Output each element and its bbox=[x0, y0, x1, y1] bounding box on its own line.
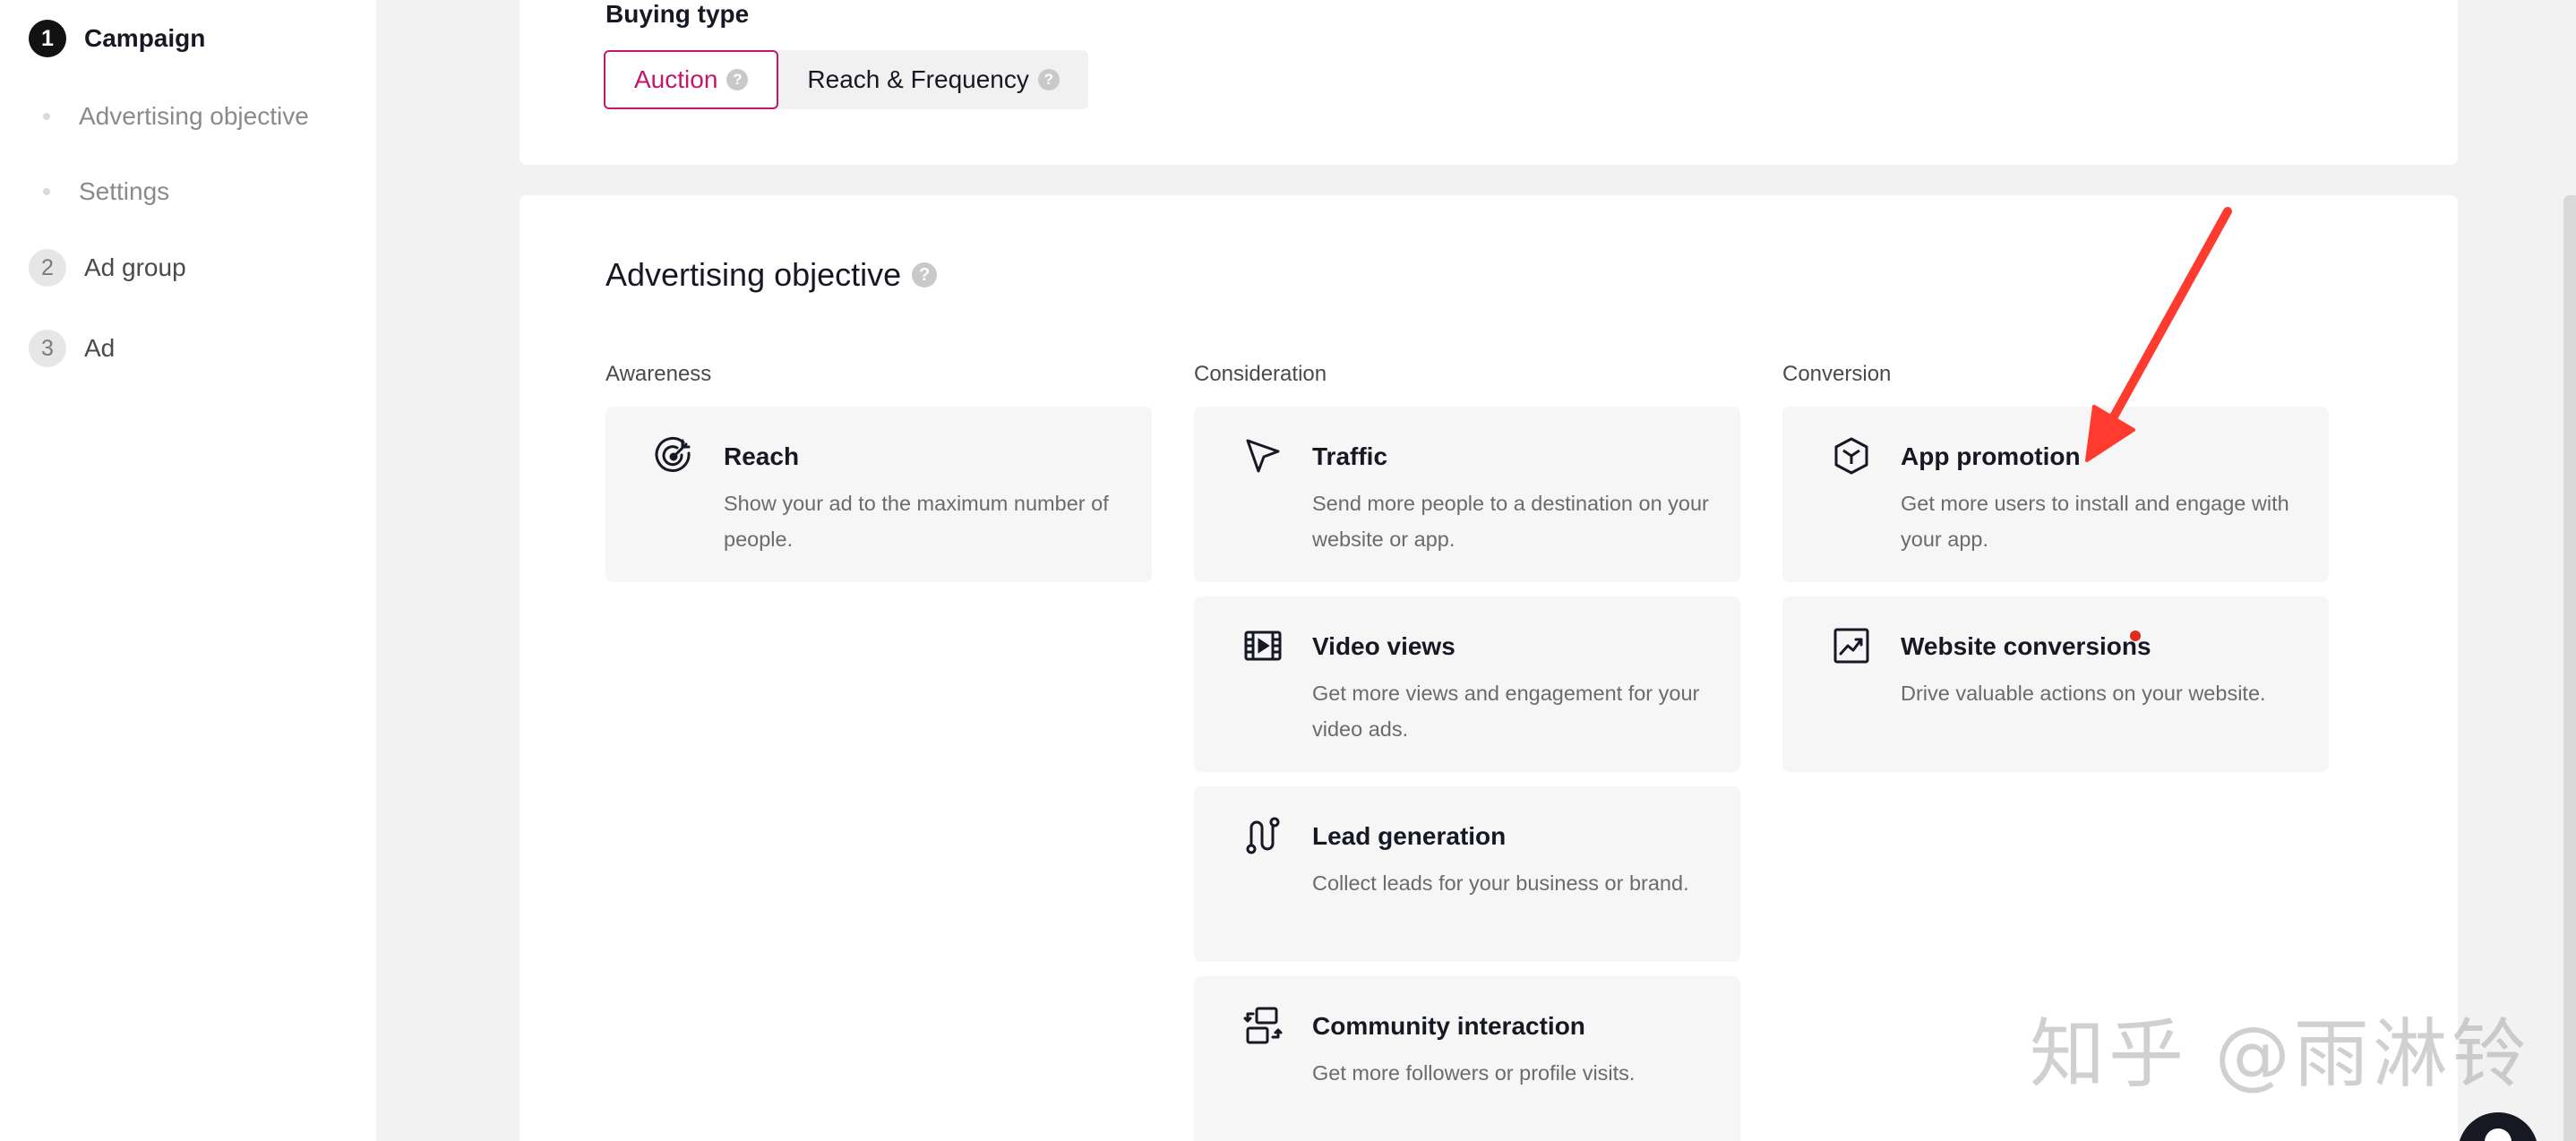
objective-card-app-promotion[interactable]: App promotion Get more users to install … bbox=[1782, 407, 2329, 582]
card-title: Traffic bbox=[1312, 442, 1388, 470]
card-description: Get more followers or profile visits. bbox=[1312, 1061, 1636, 1085]
campaign-steps-sidebar: 1 Campaign Advertising objective Setting… bbox=[0, 0, 376, 1141]
funnel-path-icon bbox=[1242, 815, 1284, 856]
help-icon[interactable]: ? bbox=[912, 262, 938, 287]
target-icon bbox=[654, 435, 695, 476]
step-label: Ad bbox=[84, 334, 116, 362]
card-title: App promotion bbox=[1901, 442, 2081, 470]
substep-label: Advertising objective bbox=[79, 102, 309, 130]
objective-card-video-views[interactable]: Video views Get more views and engagemen… bbox=[1194, 596, 1740, 772]
step-campaign[interactable]: 1 Campaign bbox=[29, 20, 205, 57]
buying-type-title: Buying type bbox=[605, 0, 750, 28]
step-ad-group[interactable]: 2 Ad group bbox=[29, 249, 186, 287]
substep-dot bbox=[43, 188, 50, 195]
step-number-badge: 3 bbox=[29, 330, 66, 367]
column-header-conversion: Conversion bbox=[1782, 362, 1892, 386]
section-title-text: Advertising objective bbox=[605, 256, 902, 293]
help-chat-button[interactable] bbox=[2458, 1112, 2538, 1141]
card-description: Collect leads for your business or brand… bbox=[1312, 871, 1689, 895]
film-icon bbox=[1242, 625, 1284, 666]
cursor-arrow-icon bbox=[1242, 435, 1284, 476]
step-label: Ad group bbox=[84, 253, 186, 281]
objective-card-reach[interactable]: Reach Show your ad to the maximum number… bbox=[605, 407, 1152, 582]
card-description: Get more users to install and engage wit… bbox=[1901, 492, 2289, 551]
help-icon[interactable]: ? bbox=[726, 69, 749, 90]
auction-option[interactable]: Auction ? bbox=[604, 50, 779, 109]
card-description: Drive valuable actions on your website. bbox=[1901, 682, 2266, 705]
card-title: Video views bbox=[1312, 632, 1455, 660]
option-label: Reach & Frequency bbox=[807, 65, 1029, 93]
step-label: Campaign bbox=[84, 24, 206, 52]
step-number-badge: 1 bbox=[29, 20, 66, 57]
substep-label: Settings bbox=[79, 177, 170, 205]
help-icon[interactable]: ? bbox=[1037, 69, 1060, 90]
card-title: Community interaction bbox=[1312, 1012, 1585, 1040]
swap-squares-icon bbox=[1242, 1005, 1284, 1046]
option-label: Auction bbox=[634, 65, 718, 93]
cube-icon bbox=[1831, 435, 1872, 476]
card-title: Lead generation bbox=[1312, 822, 1507, 850]
objective-card-traffic[interactable]: Traffic Send more people to a destinatio… bbox=[1194, 407, 1740, 582]
card-title: Website conversions bbox=[1901, 632, 2151, 660]
substep-advertising-objective[interactable]: Advertising objective bbox=[43, 102, 309, 131]
reach-frequency-option[interactable]: Reach & Frequency ? bbox=[778, 50, 1087, 109]
substep-dot bbox=[43, 113, 50, 120]
step-ad[interactable]: 3 Ad bbox=[29, 330, 115, 367]
objective-card-lead-generation[interactable]: Lead generation Collect leads for your b… bbox=[1194, 786, 1740, 962]
buying-type-section: Buying type Auction ? Reach & Frequency … bbox=[519, 0, 2458, 165]
column-header-consideration: Consideration bbox=[1194, 362, 1327, 386]
page-scrollbar[interactable] bbox=[2563, 195, 2576, 1141]
objective-card-community-interaction[interactable]: Community interaction Get more followers… bbox=[1194, 976, 1740, 1141]
card-description: Get more views and engagement for your v… bbox=[1312, 682, 1700, 741]
section-title: Advertising objective ? bbox=[605, 256, 938, 294]
buying-type-toggle: Auction ? Reach & Frequency ? bbox=[604, 50, 1088, 109]
card-description: Show your ad to the maximum number of pe… bbox=[724, 492, 1109, 551]
trend-chart-icon bbox=[1831, 625, 1872, 666]
objective-card-website-conversions[interactable]: Website conversions Drive valuable actio… bbox=[1782, 596, 2329, 772]
card-description: Send more people to a destination on you… bbox=[1312, 492, 1709, 551]
new-indicator-dot bbox=[2130, 631, 2141, 641]
substep-settings[interactable]: Settings bbox=[43, 177, 169, 206]
column-header-awareness: Awareness bbox=[605, 362, 712, 386]
advertising-objective-section: Advertising objective ? Awareness Consid… bbox=[519, 195, 2458, 1141]
step-number-badge: 2 bbox=[29, 249, 66, 287]
card-title: Reach bbox=[724, 442, 800, 470]
